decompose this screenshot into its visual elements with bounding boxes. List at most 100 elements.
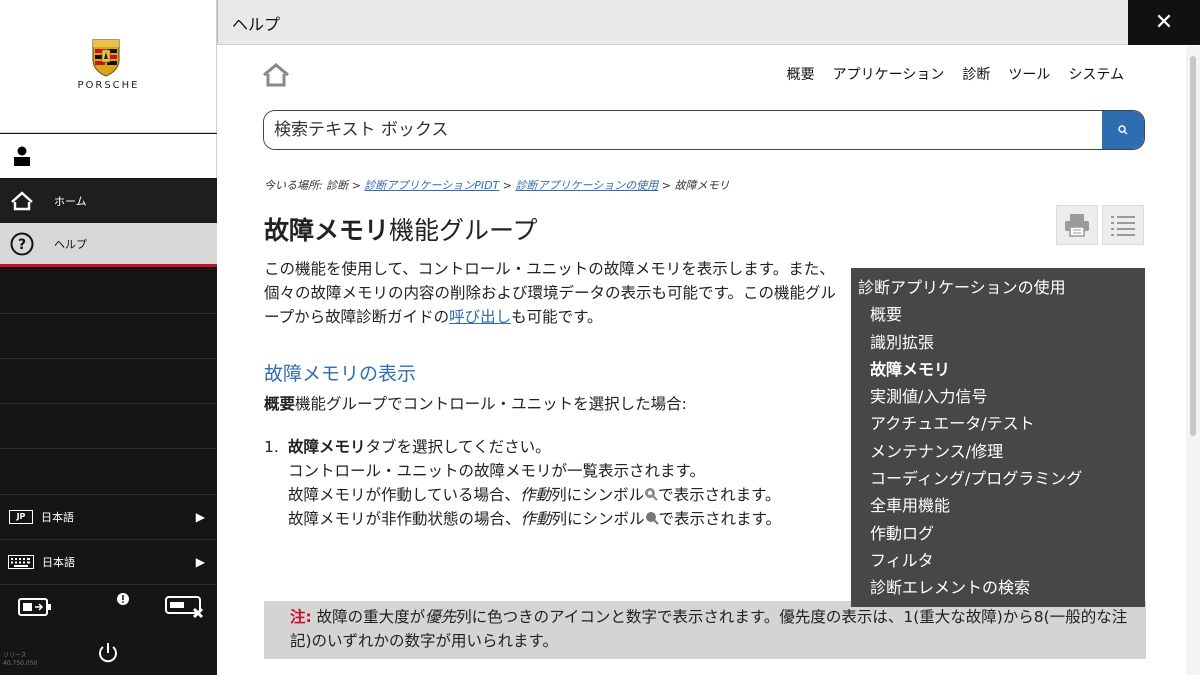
country-badge: JP: [9, 509, 33, 524]
note-box: 注: 故障の重大度が優先列に色つきのアイコンと数字で表示されます。優先度の表示は…: [264, 601, 1146, 659]
scrollbar[interactable]: [1186, 46, 1200, 675]
sidebar-item-home[interactable]: ホーム: [0, 179, 217, 223]
printer-icon: [1065, 214, 1089, 237]
chevron-right-icon: ▶: [195, 509, 205, 524]
svg-text:?: ?: [18, 237, 26, 253]
topnav-diagnostics[interactable]: 診断: [962, 64, 990, 84]
toc-item-overview[interactable]: 概要: [858, 301, 1145, 328]
status-bar: [0, 584, 217, 628]
topnav-tools[interactable]: ツール: [1008, 64, 1050, 84]
country-language-selector[interactable]: JP 日本語 ▶: [0, 494, 217, 538]
power-icon[interactable]: [96, 641, 120, 665]
page-title: 故障メモリ機能グループ: [264, 211, 538, 247]
brand-area: PORSCHE: [0, 0, 217, 133]
toc-item-fault-memory[interactable]: 故障メモリ: [858, 356, 1145, 383]
version-info: リリース 40.750.050: [3, 652, 37, 668]
step-strong: 故障メモリ: [288, 438, 366, 456]
close-icon: ✕: [1154, 10, 1174, 35]
search-button[interactable]: [1102, 111, 1144, 149]
porsche-crest-icon: [92, 39, 120, 77]
home-icon: [11, 191, 33, 211]
toc-item-identification[interactable]: 識別拡張: [858, 329, 1145, 356]
vci-disconnected-icon: [165, 596, 204, 619]
battery-status[interactable]: [10, 585, 60, 629]
topnav-overview[interactable]: 概要: [787, 64, 815, 84]
user-icon: [14, 146, 30, 166]
step-line-3: 故障メモリが作動している場合、作動列にシンボル で表示されます。: [288, 483, 854, 507]
section-intro: 概要機能グループでコントロール・ユニットを選択した場合:: [264, 392, 687, 414]
toc-toggle-button[interactable]: [1102, 205, 1144, 245]
intro-text-end: も可能です。: [511, 308, 603, 326]
toc-item-filter[interactable]: フィルタ: [858, 547, 1145, 574]
step-line-3-b: 列にシンボル: [551, 486, 645, 504]
window-header: ヘルプ ✕: [217, 0, 1200, 45]
search-box: [263, 110, 1145, 150]
search-input[interactable]: [264, 111, 1102, 149]
language-label: 日本語: [41, 510, 74, 524]
topnav-applications[interactable]: アプリケーション: [833, 64, 945, 84]
keyboard-language-label: 日本語: [42, 555, 75, 569]
search-icon: [1118, 125, 1128, 135]
breadcrumb-prefix: 今いる場所: 診断 >: [264, 179, 365, 192]
topnav-system[interactable]: システム: [1068, 64, 1124, 84]
step-text: タブを選択してください。: [365, 438, 551, 456]
step-line-4-em: 作動: [520, 510, 552, 528]
step-line-4-b: 列にシンボル: [551, 510, 645, 528]
sidebar-item-help[interactable]: ? ヘルプ: [0, 223, 217, 267]
page-title-strong: 故障メモリ: [264, 216, 390, 245]
page-title-rest: 機能グループ: [389, 216, 538, 245]
call-link[interactable]: 呼び出し: [449, 308, 511, 326]
help-home-icon[interactable]: [262, 62, 290, 88]
step-line-2: コントロール・ユニットの故障メモリが一覧表示されます。: [288, 462, 705, 480]
toc-item-vehicle-functions[interactable]: 全車用機能: [858, 492, 1145, 519]
sidebar-item-label: ホーム: [54, 195, 87, 208]
toc-panel: 診断アプリケーションの使用 概要 識別拡張 故障メモリ 実測値/入力信号 アクチ…: [851, 268, 1145, 607]
fault-inactive-icon: [645, 512, 659, 525]
toc-item-element-search[interactable]: 診断エレメントの検索: [858, 574, 1145, 601]
sidebar: PORSCHE ホーム ? ヘルプ JP 日本語 ▶ 日本語 ▶ リリース 40…: [0, 0, 217, 675]
toc-title[interactable]: 診断アプリケーションの使用: [858, 274, 1145, 301]
chevron-right-icon: ▶: [195, 554, 205, 569]
warning-icon: [117, 593, 129, 605]
alert-status[interactable]: [108, 585, 138, 629]
step-line-3-a: 故障メモリが作動している場合、: [288, 486, 521, 504]
toc-item-maintenance[interactable]: メンテナンス/修理: [858, 438, 1145, 465]
version-number: 40.750.050: [3, 660, 38, 667]
intro-paragraph: この機能を使用して、コントロール・ユニットの故障メモリを表示します。また、個々の…: [264, 257, 840, 329]
step-number: 1.: [264, 438, 279, 456]
help-content: 概要 アプリケーション 診断 ツール システム 今いる場所: 診断 > 診断アプ…: [218, 46, 1186, 675]
step-line-3-em: 作動: [520, 486, 552, 504]
toc-item-actuators[interactable]: アクチュエータ/テスト: [858, 410, 1145, 437]
toc-item-actual-values[interactable]: 実測値/入力信号: [858, 383, 1145, 410]
version-label: リリース: [3, 652, 27, 659]
section-intro-strong: 概要: [264, 395, 296, 413]
scrollbar-thumb[interactable]: [1190, 56, 1196, 436]
breadcrumb: 今いる場所: 診断 > 診断アプリケーションPIDT > 診断アプリケーションの…: [264, 177, 730, 193]
divider: [0, 403, 217, 404]
vci-connection-status[interactable]: [160, 585, 210, 629]
sidebar-item-label: ヘルプ: [54, 237, 87, 251]
toc-item-activity-log[interactable]: 作動ログ: [858, 520, 1145, 547]
note-text-em: 優先: [425, 608, 457, 626]
divider: [0, 448, 217, 449]
close-button[interactable]: ✕: [1128, 0, 1200, 45]
breadcrumb-separator: >: [499, 179, 516, 192]
section-title: 故障メモリの表示: [264, 363, 417, 385]
brand-wordmark: PORSCHE: [77, 80, 140, 91]
help-topnav: 概要 アプリケーション 診断 ツール システム: [787, 64, 1124, 84]
user-profile-button[interactable]: [0, 134, 217, 178]
note-label: 注:: [290, 608, 312, 626]
note-text-a: 故障の重大度が: [311, 608, 426, 626]
help-icon: ?: [10, 232, 34, 255]
step-body: 故障メモリタブを選択してください。 コントロール・ユニットの故障メモリが一覧表示…: [288, 435, 854, 531]
divider: [0, 313, 217, 314]
keyboard-language-selector[interactable]: 日本語 ▶: [0, 539, 217, 583]
toc-item-coding[interactable]: コーディング/プログラミング: [858, 465, 1145, 492]
breadcrumb-link-pidt[interactable]: 診断アプリケーションPIDT: [364, 179, 499, 192]
breadcrumb-link-usage[interactable]: 診断アプリケーションの使用: [516, 179, 659, 192]
step-list: 1. 故障メモリタブを選択してください。 コントロール・ユニットの故障メモリが一…: [264, 435, 854, 531]
section-intro-text: 機能グループでコントロール・ユニットを選択した場合:: [295, 395, 687, 413]
list-icon: [1111, 216, 1135, 236]
breadcrumb-current: > 故障メモリ: [658, 179, 730, 192]
print-button[interactable]: [1056, 205, 1098, 245]
